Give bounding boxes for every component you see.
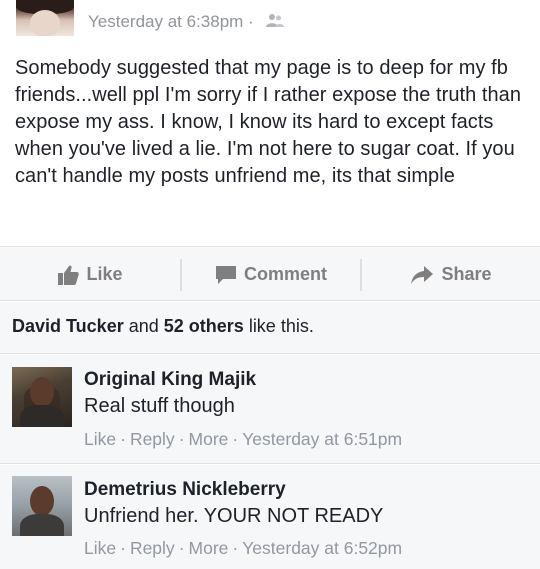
- commenter-name[interactable]: Demetrius Nickleberry: [84, 479, 286, 501]
- comment-item: Original King Majik Real stuff though Li…: [0, 355, 540, 464]
- timestamp-separator: ·: [248, 12, 254, 31]
- meta-separator: ·: [178, 538, 185, 558]
- poster-avatar[interactable]: [16, 0, 74, 36]
- friends-icon[interactable]: [266, 13, 284, 29]
- meta-separator: ·: [120, 429, 126, 449]
- thumbs-up-icon: [58, 265, 80, 285]
- commenter-avatar[interactable]: [12, 476, 72, 536]
- avatar-body: [20, 405, 64, 427]
- avatar-face: [30, 10, 60, 36]
- likes-others-count[interactable]: 52 others: [164, 316, 244, 336]
- like-label: Like: [86, 264, 123, 284]
- post-header: Yesterday at 6:38pm ·: [0, 0, 540, 50]
- avatar-body: [20, 514, 64, 536]
- comment-timestamp[interactable]: Yesterday at 6:51pm: [242, 429, 402, 449]
- likes-and-text: and: [123, 316, 164, 336]
- comment-reply-link[interactable]: Reply: [130, 429, 175, 449]
- likes-summary[interactable]: David Tucker and 52 others like this.: [0, 302, 540, 354]
- post-timestamp-text[interactable]: Yesterday at 6:38pm: [88, 12, 243, 31]
- comment-more-link[interactable]: More: [189, 538, 229, 558]
- comment-text: Unfriend her. YOUR NOT READY: [84, 505, 384, 527]
- meta-separator: ·: [232, 429, 239, 449]
- like-button[interactable]: Like: [0, 247, 180, 302]
- commenter-avatar[interactable]: [12, 367, 72, 427]
- comment-more-link[interactable]: More: [189, 429, 229, 449]
- meta-separator: ·: [120, 538, 126, 558]
- share-button[interactable]: Share: [362, 247, 540, 302]
- comment-like-link[interactable]: Like: [84, 429, 116, 449]
- avatar-face: [30, 486, 54, 516]
- comment-icon: [215, 265, 236, 284]
- comment-meta: Like · Reply · More · Yesterday at 6:52pm: [84, 538, 402, 559]
- likes-suffix-text: like this.: [243, 316, 314, 336]
- comment-text: Real stuff though: [84, 395, 235, 417]
- comment-like-link[interactable]: Like: [84, 538, 116, 558]
- share-label: Share: [441, 264, 492, 284]
- comment-timestamp[interactable]: Yesterday at 6:52pm: [242, 538, 402, 558]
- comment-reply-link[interactable]: Reply: [130, 538, 175, 558]
- meta-separator: ·: [232, 538, 239, 558]
- comment-label: Comment: [243, 264, 327, 284]
- commenter-name[interactable]: Original King Majik: [84, 369, 256, 391]
- avatar-face: [30, 377, 54, 407]
- liker-name[interactable]: David Tucker: [12, 316, 124, 336]
- comment-meta: Like · Reply · More · Yesterday at 6:51pm: [84, 429, 402, 450]
- comment-item: Demetrius Nickleberry Unfriend her. YOUR…: [0, 465, 540, 569]
- share-icon: [411, 265, 434, 284]
- post-timestamp[interactable]: Yesterday at 6:38pm ·: [88, 12, 254, 32]
- comment-button[interactable]: Comment: [182, 247, 360, 302]
- meta-separator: ·: [178, 429, 185, 449]
- action-bar: Like Comment Share: [0, 246, 540, 301]
- post-body: Somebody suggested that my page is to de…: [15, 57, 522, 187]
